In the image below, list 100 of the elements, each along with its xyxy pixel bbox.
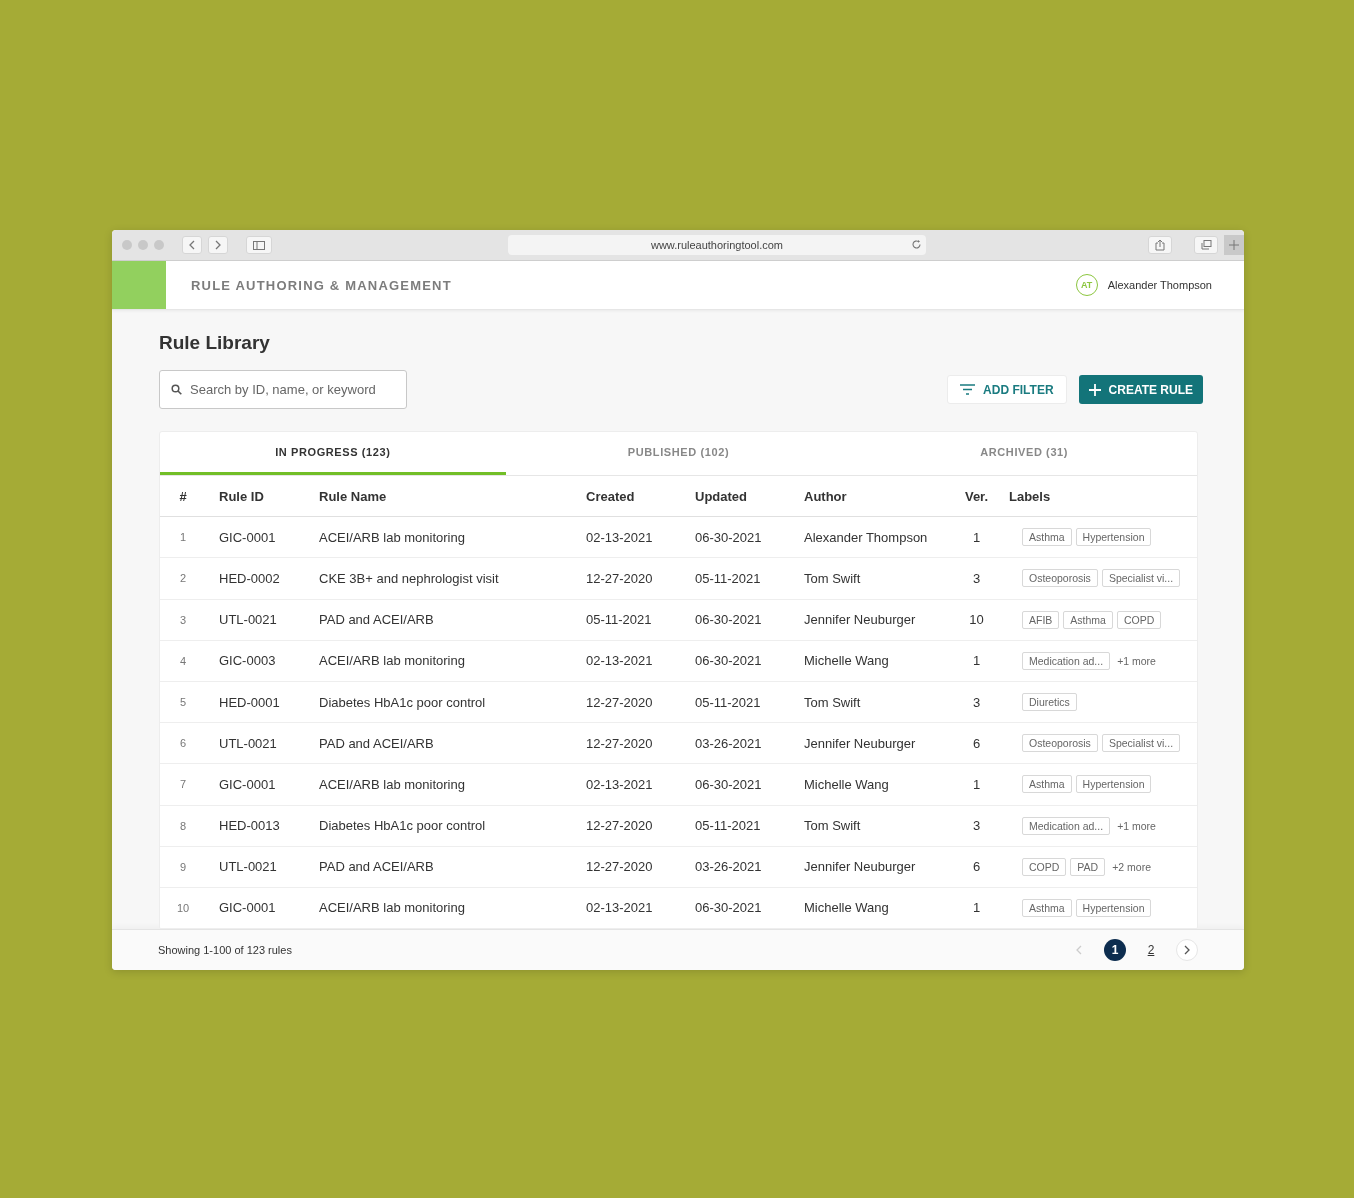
app-title: RULE AUTHORING & MANAGEMENT	[191, 277, 452, 293]
tab[interactable]: IN PROGRESS (123)	[160, 432, 506, 475]
label-tag: Specialist vi...	[1101, 734, 1181, 753]
label-tag: Medication ad...	[1022, 651, 1111, 670]
column-header[interactable]: Author	[804, 488, 944, 504]
row-number: 6	[178, 737, 188, 750]
table-cell-text: 02-13-2021	[586, 776, 654, 792]
page-button[interactable]: 2	[1140, 939, 1162, 961]
table-cell-text: 06-30-2021	[695, 529, 763, 545]
share-icon	[1155, 239, 1165, 251]
label-tag: Asthma	[1022, 528, 1072, 547]
table-cell-text: 02-13-2021	[586, 653, 654, 669]
table-cell-text: GIC-0001	[218, 776, 277, 792]
column-header[interactable]: Rule Name	[319, 488, 586, 504]
table-cell-text: Diabetes HbA1c poor control	[319, 694, 487, 710]
column-header[interactable]: Created	[586, 488, 695, 504]
label-tag: Medication ad...	[1022, 816, 1111, 835]
forward-button[interactable]	[208, 236, 228, 254]
table-cell-text: Tom Swift	[804, 818, 862, 834]
label-tag: Asthma	[1022, 775, 1072, 794]
tabs-button[interactable]	[1194, 236, 1218, 254]
back-button[interactable]	[182, 236, 202, 254]
table-cell-text: 1	[971, 900, 982, 916]
table-cell-text: 05-11-2021	[695, 570, 762, 586]
more-labels[interactable]: +1 more	[1117, 819, 1156, 832]
table-cell-text: 06-30-2021	[695, 653, 763, 669]
chevron-right-icon	[215, 240, 221, 250]
label-tag: Specialist vi...	[1101, 569, 1181, 588]
label-tag: Diuretics	[1022, 693, 1077, 712]
table-cell-text: Alexander Thompson	[804, 529, 929, 545]
row-number: 3	[178, 613, 188, 626]
row-number: 9	[178, 860, 188, 873]
table-cell-text: HED-0002	[218, 570, 281, 586]
page-title: Rule Library	[159, 332, 271, 354]
row-number: 2	[178, 572, 188, 585]
logo[interactable]	[112, 261, 166, 309]
table-cell-text: PAD and ACEI/ARB	[319, 612, 435, 628]
table-cell-text: Jennifer Neuburger	[804, 735, 917, 751]
search-field[interactable]: Search by ID, name, or keyword	[159, 370, 407, 409]
table-cell-text: 12-27-2020	[586, 570, 654, 586]
column-header[interactable]: #	[160, 488, 206, 504]
label-tag: Osteoporosis	[1022, 734, 1098, 753]
column-header[interactable]: Updated	[695, 488, 804, 504]
table-cell-text: HED-0013	[218, 818, 281, 834]
row-number: 4	[178, 654, 188, 667]
label-tag: Hypertension	[1075, 528, 1152, 547]
table-cell-text: 02-13-2021	[586, 529, 654, 545]
table-cell-text: 1	[971, 776, 982, 792]
table-cell-text: 05-11-2021	[695, 694, 762, 710]
table-cell-text: UTL-0021	[218, 735, 278, 751]
address-bar[interactable]: www.ruleauthoringtool.com	[508, 235, 926, 255]
table-cell-text: CKE 3B+ and nephrologist visit	[319, 570, 500, 586]
share-button[interactable]	[1148, 236, 1172, 254]
label-tag: COPD	[1022, 857, 1067, 876]
table-cell-text: 03-26-2021	[695, 735, 763, 751]
table-cell-text: 03-26-2021	[695, 859, 763, 875]
table-cell-text: 05-11-2021	[695, 818, 762, 834]
reload-icon[interactable]	[911, 239, 922, 250]
column-header[interactable]: Rule ID	[206, 488, 319, 504]
table-cell-text: ACEI/ARB lab monitoring	[319, 776, 466, 792]
label-tag: Hypertension	[1075, 898, 1152, 917]
row-number: 1	[178, 531, 188, 544]
table-cell-text: 6	[971, 859, 982, 875]
page-button[interactable]: 1	[1104, 939, 1126, 961]
table-cell-text: 06-30-2021	[695, 900, 763, 916]
table-cell-text: 02-13-2021	[586, 900, 654, 916]
table-cell-text: Jennifer Neuburger	[804, 859, 917, 875]
chevron-left-icon	[1076, 945, 1082, 955]
tabs-icon	[1200, 240, 1212, 250]
next-page-button[interactable]	[1176, 939, 1198, 961]
row-number: 10	[175, 901, 191, 914]
table-cell-text: 06-30-2021	[695, 776, 763, 792]
new-tab-button[interactable]	[1224, 235, 1244, 255]
tab[interactable]: ARCHIVED (31)	[851, 432, 1197, 475]
label-tag: AFIB	[1022, 610, 1060, 629]
chevron-right-icon	[1184, 945, 1190, 955]
column-header[interactable]: Labels	[1009, 488, 1196, 504]
table-cell-text: Michelle Wang	[804, 900, 890, 916]
table-cell-text: Michelle Wang	[804, 776, 890, 792]
table-cell-text: ACEI/ARB lab monitoring	[319, 653, 466, 669]
table-cell-text: ACEI/ARB lab monitoring	[319, 900, 466, 916]
table-cell-text: PAD and ACEI/ARB	[319, 859, 435, 875]
create-rule-button[interactable]: CREATE RULE	[1078, 375, 1203, 404]
sidebar-button[interactable]	[246, 236, 272, 254]
chevron-left-icon	[189, 240, 195, 250]
table-cell-text: 05-11-2021	[586, 612, 653, 628]
filter-icon	[960, 384, 976, 395]
table-cell-text: 12-27-2020	[586, 818, 654, 834]
user-name[interactable]: Alexander Thompson	[1107, 279, 1212, 291]
table-cell-text: GIC-0001	[218, 529, 277, 545]
table-cell-text: 3	[971, 570, 982, 586]
table-cell-text: Diabetes HbA1c poor control	[319, 818, 487, 834]
more-labels[interactable]: +1 more	[1117, 654, 1156, 667]
more-labels[interactable]: +2 more	[1112, 860, 1151, 873]
tab[interactable]: PUBLISHED (102)	[505, 432, 852, 475]
plus-icon	[1229, 240, 1239, 250]
column-header[interactable]: Ver.	[944, 488, 1009, 504]
add-filter-button[interactable]: ADD FILTER	[947, 375, 1067, 404]
table-cell-text: 12-27-2020	[586, 859, 654, 875]
row-number: 7	[178, 778, 188, 791]
